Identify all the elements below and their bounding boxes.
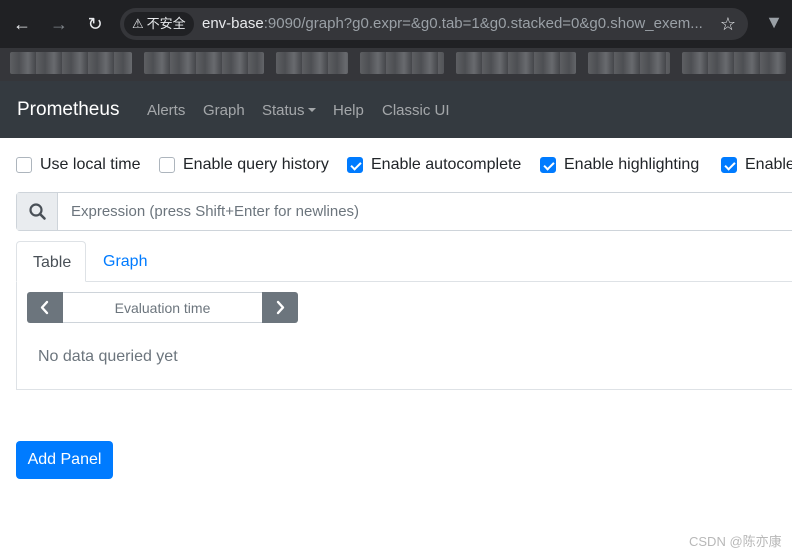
bookmarks-bar (0, 48, 792, 81)
address-bar[interactable]: ⚠ 不安全 env-base:9090/graph?g0.expr=&g0.tab… (120, 8, 748, 40)
bookmark-star-icon[interactable]: ☆ (720, 8, 736, 40)
expression-input[interactable] (59, 193, 792, 230)
add-panel-button[interactable]: Add Panel (16, 441, 113, 479)
watermark: CSDN @陈亦康 (689, 534, 782, 549)
blurred-bookmark[interactable] (10, 52, 132, 74)
search-addon (17, 193, 58, 230)
chevron-right-icon (276, 300, 285, 315)
nav-graph[interactable]: Graph (203, 81, 245, 140)
warning-icon: ⚠ (132, 16, 144, 31)
blurred-bookmark[interactable] (588, 52, 670, 74)
blurred-bookmark[interactable] (360, 52, 444, 74)
nav-help[interactable]: Help (333, 81, 364, 140)
option-label: Enable autocomplete (371, 156, 522, 173)
url-host: env-base (202, 15, 264, 32)
url-text[interactable]: env-base:9090/graph?g0.expr=&g0.tab=1&g0… (202, 8, 712, 40)
checkbox[interactable] (16, 157, 32, 173)
previous-time-button[interactable] (27, 292, 63, 323)
checkbox-checked[interactable] (540, 157, 556, 173)
nav-classic-ui[interactable]: Classic UI (382, 81, 450, 140)
nav-alerts[interactable]: Alerts (147, 81, 185, 140)
next-time-button[interactable] (262, 292, 298, 323)
blurred-bookmark[interactable] (144, 52, 264, 74)
option-label: Enable highlighting (564, 156, 700, 173)
extension-icon[interactable]: ▼ (764, 12, 784, 32)
blurred-bookmark[interactable] (456, 52, 576, 74)
prometheus-navbar: Prometheus Alerts Graph Status Help Clas… (0, 81, 792, 138)
caret-down-icon (307, 108, 316, 113)
option-label: Enable (745, 156, 792, 173)
nav-status[interactable]: Status (262, 81, 316, 140)
forward-arrow-icon[interactable]: → (47, 12, 71, 36)
checkbox-checked[interactable] (721, 157, 737, 173)
evaluation-time-input[interactable] (63, 292, 262, 323)
brand-logo-text[interactable]: Prometheus (17, 81, 119, 138)
checkbox[interactable] (159, 157, 175, 173)
evaluation-time-control (27, 292, 298, 323)
option-label: Enable query history (183, 156, 329, 173)
search-icon (29, 203, 46, 220)
back-arrow-icon[interactable]: ← (10, 12, 34, 36)
security-label: 不安全 (146, 16, 186, 31)
security-chip[interactable]: ⚠ 不安全 (124, 12, 194, 36)
tab-graph[interactable]: Graph (87, 241, 163, 282)
tab-table[interactable]: Table (16, 241, 86, 282)
checkbox-checked[interactable] (347, 157, 363, 173)
blurred-bookmark[interactable] (276, 52, 348, 74)
browser-toolbar: ← → ↻ ⚠ 不安全 env-base:9090/graph?g0.expr=&… (0, 0, 792, 48)
nav-status-label: Status (262, 102, 305, 119)
expression-input-group (16, 192, 792, 231)
option-label: Use local time (40, 156, 141, 173)
empty-state-message: No data queried yet (38, 348, 178, 365)
blurred-bookmark[interactable] (682, 52, 786, 74)
reload-icon[interactable]: ↻ (83, 12, 107, 36)
url-path: :9090/graph?g0.expr=&g0.tab=1&g0.stacked… (263, 15, 703, 32)
chevron-left-icon (40, 300, 49, 315)
